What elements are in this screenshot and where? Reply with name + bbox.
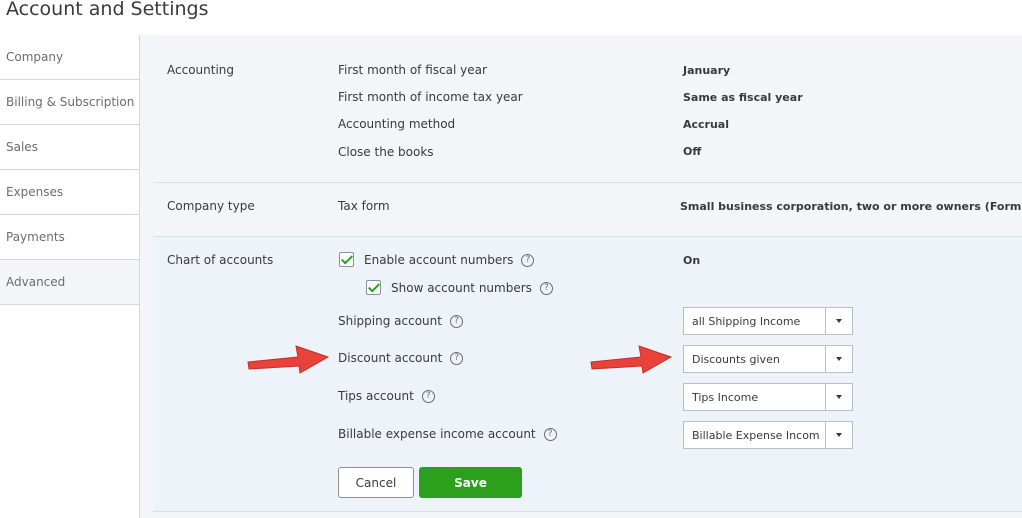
chevron-down-icon[interactable] — [825, 422, 852, 448]
account-numbers-status: On — [683, 254, 701, 267]
tax-year-label: First month of income tax year — [338, 90, 523, 104]
show-account-numbers-text: Show account numbers — [391, 281, 532, 295]
sidebar-item-payments[interactable]: Payments — [0, 215, 139, 260]
close-books-value: Off — [683, 145, 702, 158]
sidebar-item-sales[interactable]: Sales — [0, 125, 139, 170]
show-account-numbers-label: Show account numbers? — [391, 281, 553, 295]
tax-form-label: Tax form — [338, 199, 390, 213]
billable-expense-account-value: Billable Expense Income — [692, 429, 820, 442]
accounting-method-value: Accrual — [683, 118, 730, 131]
help-icon[interactable]: ? — [539, 282, 553, 295]
sidebar-item-advanced[interactable]: Advanced — [0, 260, 139, 305]
sidebar-item-expenses[interactable]: Expenses — [0, 170, 139, 215]
accounting-section[interactable]: Accounting First month of fiscal year Ja… — [153, 35, 1022, 183]
tax-form-value: Small business corporation, two or more … — [680, 200, 1022, 213]
close-books-label: Close the books — [338, 145, 434, 159]
enable-account-numbers-text: Enable account numbers — [364, 253, 514, 267]
help-icon[interactable]: ? — [450, 352, 464, 365]
tips-account-value: Tips Income — [692, 391, 759, 404]
tips-account-select[interactable]: Tips Income — [683, 383, 853, 411]
help-icon[interactable]: ? — [521, 254, 535, 267]
discount-account-value: Discounts given — [692, 353, 780, 366]
help-icon[interactable]: ? — [421, 390, 435, 403]
billable-expense-account-text: Billable expense income account — [338, 427, 536, 441]
help-icon[interactable]: ? — [543, 428, 557, 441]
company-type-heading: Company type — [167, 199, 255, 213]
enable-account-numbers-label: Enable account numbers? — [364, 253, 535, 267]
shipping-account-value: all Shipping Income — [692, 315, 801, 328]
chevron-down-icon[interactable] — [825, 346, 852, 372]
save-button[interactable]: Save — [419, 467, 522, 498]
discount-account-select[interactable]: Discounts given — [683, 345, 853, 373]
discount-account-label: Discount account? — [338, 351, 464, 365]
chevron-down-icon[interactable] — [825, 384, 852, 410]
shipping-account-label: Shipping account? — [338, 314, 463, 328]
enable-account-numbers-checkbox[interactable] — [339, 252, 354, 267]
cancel-button[interactable]: Cancel — [338, 467, 414, 498]
settings-main: Accounting First month of fiscal year Ja… — [140, 35, 1022, 518]
discount-account-text: Discount account — [338, 351, 443, 365]
accounting-heading: Accounting — [167, 63, 235, 77]
tips-account-text: Tips account — [338, 389, 414, 403]
sidebar-item-company[interactable]: Company — [0, 35, 139, 80]
billable-expense-account-label: Billable expense income account? — [338, 427, 557, 441]
shipping-account-select[interactable]: all Shipping Income — [683, 307, 853, 335]
show-account-numbers-checkbox[interactable] — [366, 280, 381, 295]
annotation-arrow-icon — [247, 345, 330, 374]
billable-expense-account-select[interactable]: Billable Expense Income — [683, 421, 853, 449]
tips-account-label: Tips account? — [338, 389, 435, 403]
fiscal-year-value: January — [683, 64, 731, 77]
chevron-down-icon[interactable] — [825, 308, 852, 334]
company-type-section[interactable]: Company type Tax form Small business cor… — [153, 183, 1022, 237]
chart-of-accounts-heading: Chart of accounts — [167, 253, 274, 267]
accounting-method-label: Accounting method — [338, 117, 456, 131]
sidebar-item-billing[interactable]: Billing & Subscription — [0, 80, 139, 125]
page-title: Account and Settings — [6, 0, 209, 20]
fiscal-year-label: First month of fiscal year — [338, 63, 487, 77]
annotation-arrow-icon — [590, 345, 673, 374]
settings-sidebar: Company Billing & Subscription Sales Exp… — [0, 35, 140, 518]
shipping-account-text: Shipping account — [338, 314, 442, 328]
help-icon[interactable]: ? — [449, 315, 463, 328]
tax-year-value: Same as fiscal year — [683, 91, 803, 104]
